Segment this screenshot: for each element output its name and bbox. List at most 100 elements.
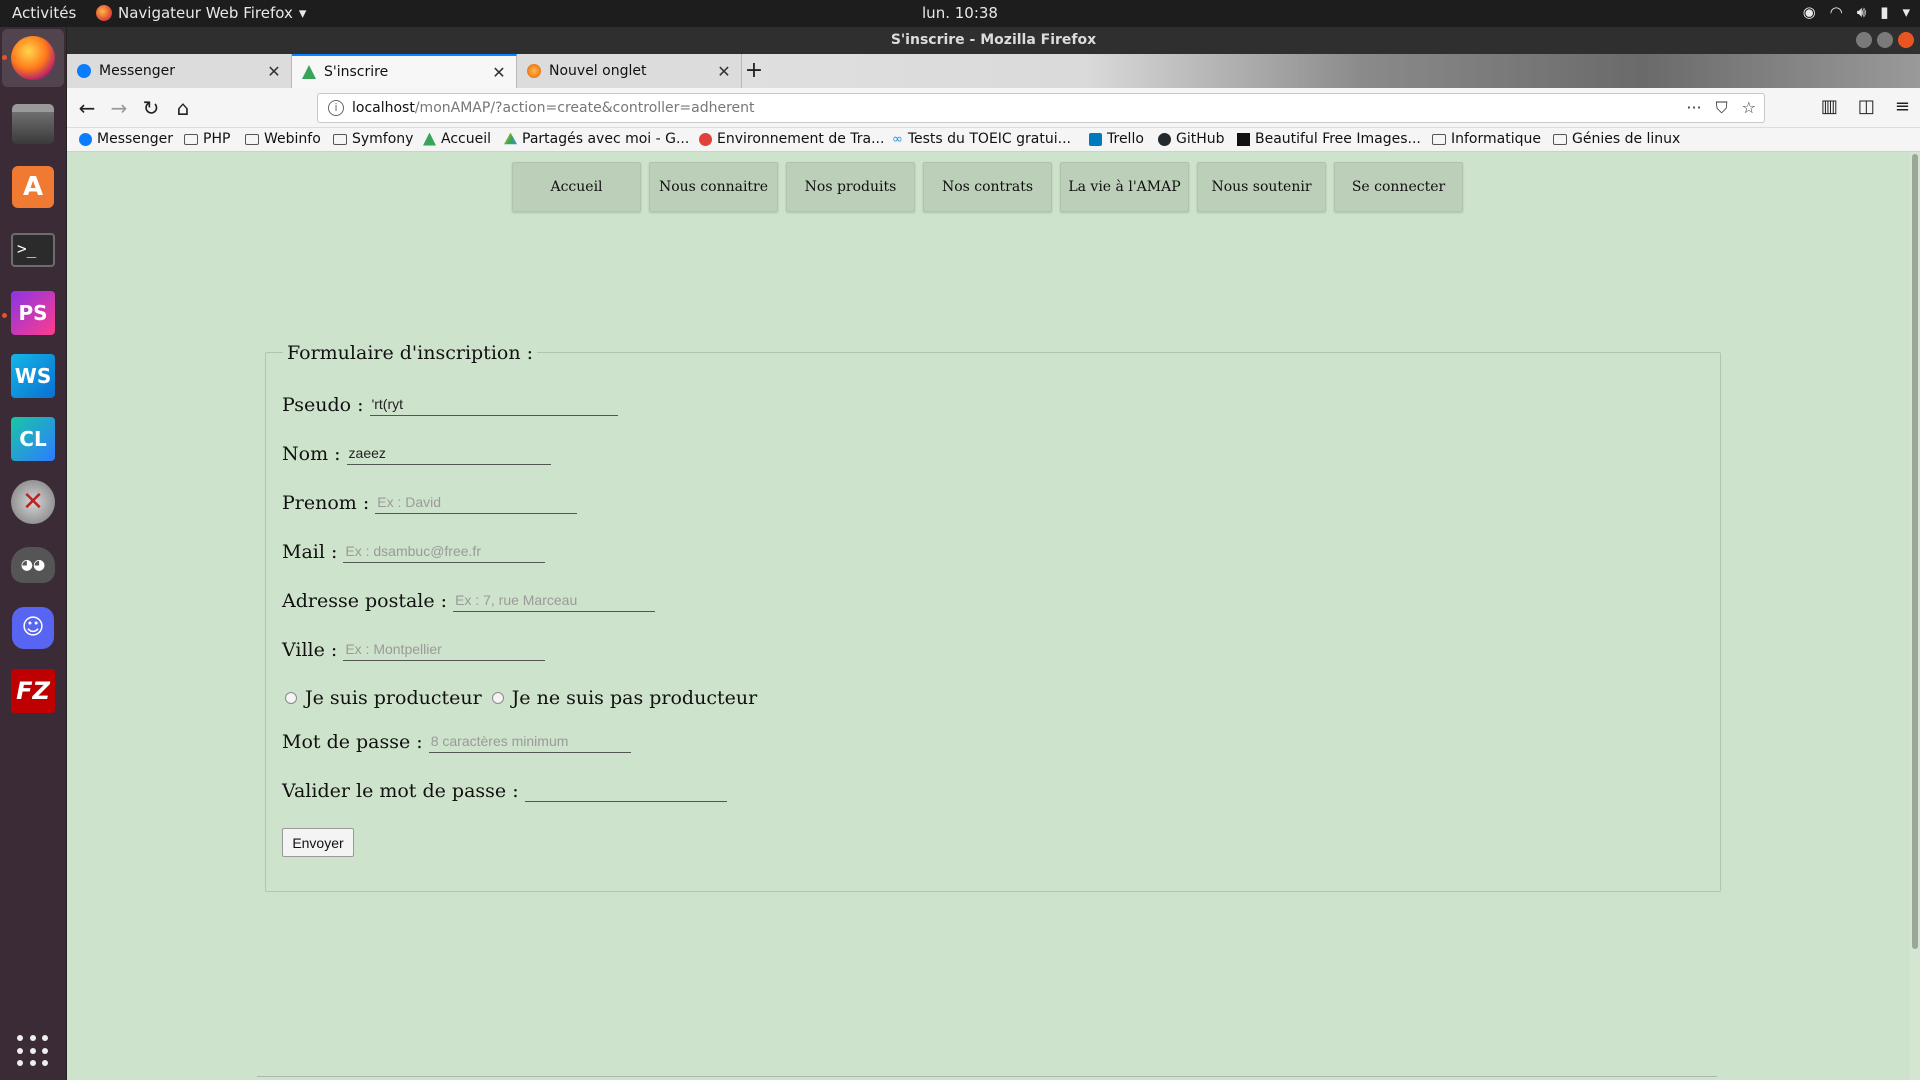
tab-sinscrire[interactable]: S'inscrire ✕: [292, 54, 517, 88]
bookmark-star-icon[interactable]: ☆: [1742, 98, 1756, 118]
dock-discord[interactable]: ☺: [9, 604, 57, 652]
app-grid-icon: [13, 1031, 53, 1071]
bookmark-accueil[interactable]: Accueil: [423, 131, 491, 147]
dock-webstorm[interactable]: WS: [9, 352, 57, 400]
bookmark-informatique[interactable]: Informatique: [1432, 131, 1541, 147]
messenger-favicon-icon: [77, 64, 91, 78]
dock-files[interactable]: [9, 100, 57, 148]
system-tray[interactable]: ◉ ◠ 🔊︎ ▮ ▾: [1803, 3, 1910, 21]
close-window-icon[interactable]: [1898, 32, 1914, 48]
pocket-icon[interactable]: ⛉: [1716, 98, 1728, 118]
ville-input[interactable]: [343, 637, 546, 661]
radio-producteur[interactable]: [285, 692, 297, 704]
more-actions-icon[interactable]: ···: [1686, 98, 1701, 118]
bookmark-label: GitHub: [1176, 131, 1225, 147]
tab-label: Nouvel onglet: [549, 63, 647, 79]
adresse-input[interactable]: [453, 588, 656, 612]
bookmark-github[interactable]: GitHub: [1158, 131, 1225, 147]
radio-producteur-label[interactable]: Je suis producteur: [305, 687, 482, 709]
nav-accueil-button[interactable]: Accueil: [512, 162, 641, 212]
nav-nos-produits-button[interactable]: Nos produits: [786, 162, 915, 212]
wifi-icon[interactable]: ◠: [1830, 3, 1843, 21]
dock-clion[interactable]: CL: [9, 415, 57, 463]
clock[interactable]: lun. 10:38: [0, 4, 1920, 22]
password-confirm-row: Valider le mot de passe :: [282, 778, 727, 802]
bookmark-symfony[interactable]: Symfony: [333, 131, 413, 147]
close-icon[interactable]: ✕: [713, 62, 735, 81]
messenger-icon: [79, 132, 92, 146]
url-text[interactable]: localhost/monAMAP/?action=create&control…: [352, 100, 755, 116]
tab-label: Messenger: [99, 63, 176, 79]
prenom-input[interactable]: [375, 490, 578, 514]
bookmark-label: Messenger: [97, 131, 174, 147]
nav-nous-soutenir-button[interactable]: Nous soutenir: [1197, 162, 1326, 212]
bookmark-beautiful-images[interactable]: Beautiful Free Images...: [1237, 131, 1421, 147]
window-controls: [1856, 32, 1914, 48]
folder-icon: [333, 133, 347, 145]
running-indicator: [2, 55, 7, 60]
bookmark-label: Tests du TOEIC gratui...: [907, 131, 1071, 147]
dock-terminal[interactable]: >_: [9, 226, 57, 274]
page-scrollbar[interactable]: [1910, 152, 1920, 1080]
phpstorm-icon: PS: [11, 291, 55, 335]
nom-input[interactable]: [346, 441, 551, 465]
radio-non-producteur-label[interactable]: Je ne suis pas producteur: [512, 687, 757, 709]
minimize-icon[interactable]: [1856, 32, 1872, 48]
url-bar[interactable]: i localhost/monAMAP/?action=create&contr…: [317, 93, 1765, 123]
chevron-down-icon[interactable]: ▾: [1902, 3, 1910, 21]
dock-phpstorm[interactable]: PS: [9, 289, 57, 337]
volume-icon[interactable]: 🔊︎: [1857, 3, 1866, 21]
nav-nous-connaitre-button[interactable]: Nous connaitre: [649, 162, 778, 212]
folder-icon: [245, 133, 259, 145]
bookmark-messenger[interactable]: Messenger: [79, 131, 173, 147]
tab-messenger[interactable]: Messenger ✕: [67, 54, 292, 88]
info-icon[interactable]: i: [328, 100, 344, 116]
url-host: localhost: [352, 100, 415, 116]
pseudo-input[interactable]: [369, 392, 618, 416]
library-icon[interactable]: ▥: [1821, 96, 1838, 117]
dock-show-applications[interactable]: [9, 1027, 57, 1075]
folder-icon: [1553, 133, 1567, 145]
dock-firefox[interactable]: [2, 29, 64, 87]
close-icon[interactable]: ✕: [488, 63, 510, 82]
password-confirm-input[interactable]: [524, 778, 727, 802]
nav-se-connecter-button[interactable]: Se connecter: [1334, 162, 1463, 212]
amap-icon: [423, 132, 436, 146]
scrollbar-thumb[interactable]: [1912, 154, 1918, 949]
bookmark-webinfo[interactable]: Webinfo: [245, 131, 321, 147]
dock-gimp[interactable]: ◕◕: [9, 541, 57, 589]
new-tab-button[interactable]: +: [739, 56, 769, 86]
bookmark-php[interactable]: PHP: [184, 131, 230, 147]
webstorm-icon: WS: [11, 354, 55, 398]
dock-filezilla[interactable]: FZ: [9, 667, 57, 715]
running-indicator: [2, 313, 7, 318]
firefox-favicon-icon: [527, 64, 541, 78]
forward-button[interactable]: →: [105, 94, 133, 122]
sync-icon[interactable]: ◉: [1803, 3, 1816, 21]
bookmark-genies-de-linux[interactable]: Génies de linux: [1553, 131, 1680, 147]
reload-button[interactable]: ↻: [137, 94, 165, 122]
dock-system-tools[interactable]: ✕: [9, 478, 57, 526]
radio-non-producteur[interactable]: [491, 692, 504, 704]
bookmark-environnement[interactable]: Environnement de Tra...: [699, 131, 884, 147]
tab-nouvel-onglet[interactable]: Nouvel onglet ✕: [517, 54, 742, 88]
bookmark-trello[interactable]: Trello: [1089, 131, 1144, 147]
home-button[interactable]: ⌂: [169, 94, 197, 122]
battery-icon[interactable]: ▮: [1880, 3, 1888, 21]
sidebar-icon[interactable]: ◫: [1858, 96, 1875, 117]
back-button[interactable]: ←: [73, 94, 101, 122]
password-input[interactable]: [428, 729, 631, 753]
producteur-radio-group: Je suis producteur Je ne suis pas produc…: [285, 687, 757, 709]
bookmark-toeic[interactable]: ∞ Tests du TOEIC gratui...: [892, 131, 1071, 147]
maximize-icon[interactable]: [1877, 32, 1893, 48]
nav-nos-contrats-button[interactable]: Nos contrats: [923, 162, 1052, 212]
bookmark-google-drive[interactable]: Partagés avec moi - G...: [504, 131, 689, 147]
submit-button[interactable]: Envoyer: [282, 828, 354, 857]
nav-vie-amap-button[interactable]: La vie à l'AMAP: [1060, 162, 1189, 212]
mail-input[interactable]: [343, 539, 546, 563]
page-content: Accueil Nous connaitre Nos produits Nos …: [67, 152, 1920, 1080]
bookmark-label: Génies de linux: [1572, 131, 1681, 147]
close-icon[interactable]: ✕: [263, 62, 285, 81]
hamburger-menu-icon[interactable]: ≡: [1895, 96, 1910, 117]
dock-software-store[interactable]: A: [9, 163, 57, 211]
